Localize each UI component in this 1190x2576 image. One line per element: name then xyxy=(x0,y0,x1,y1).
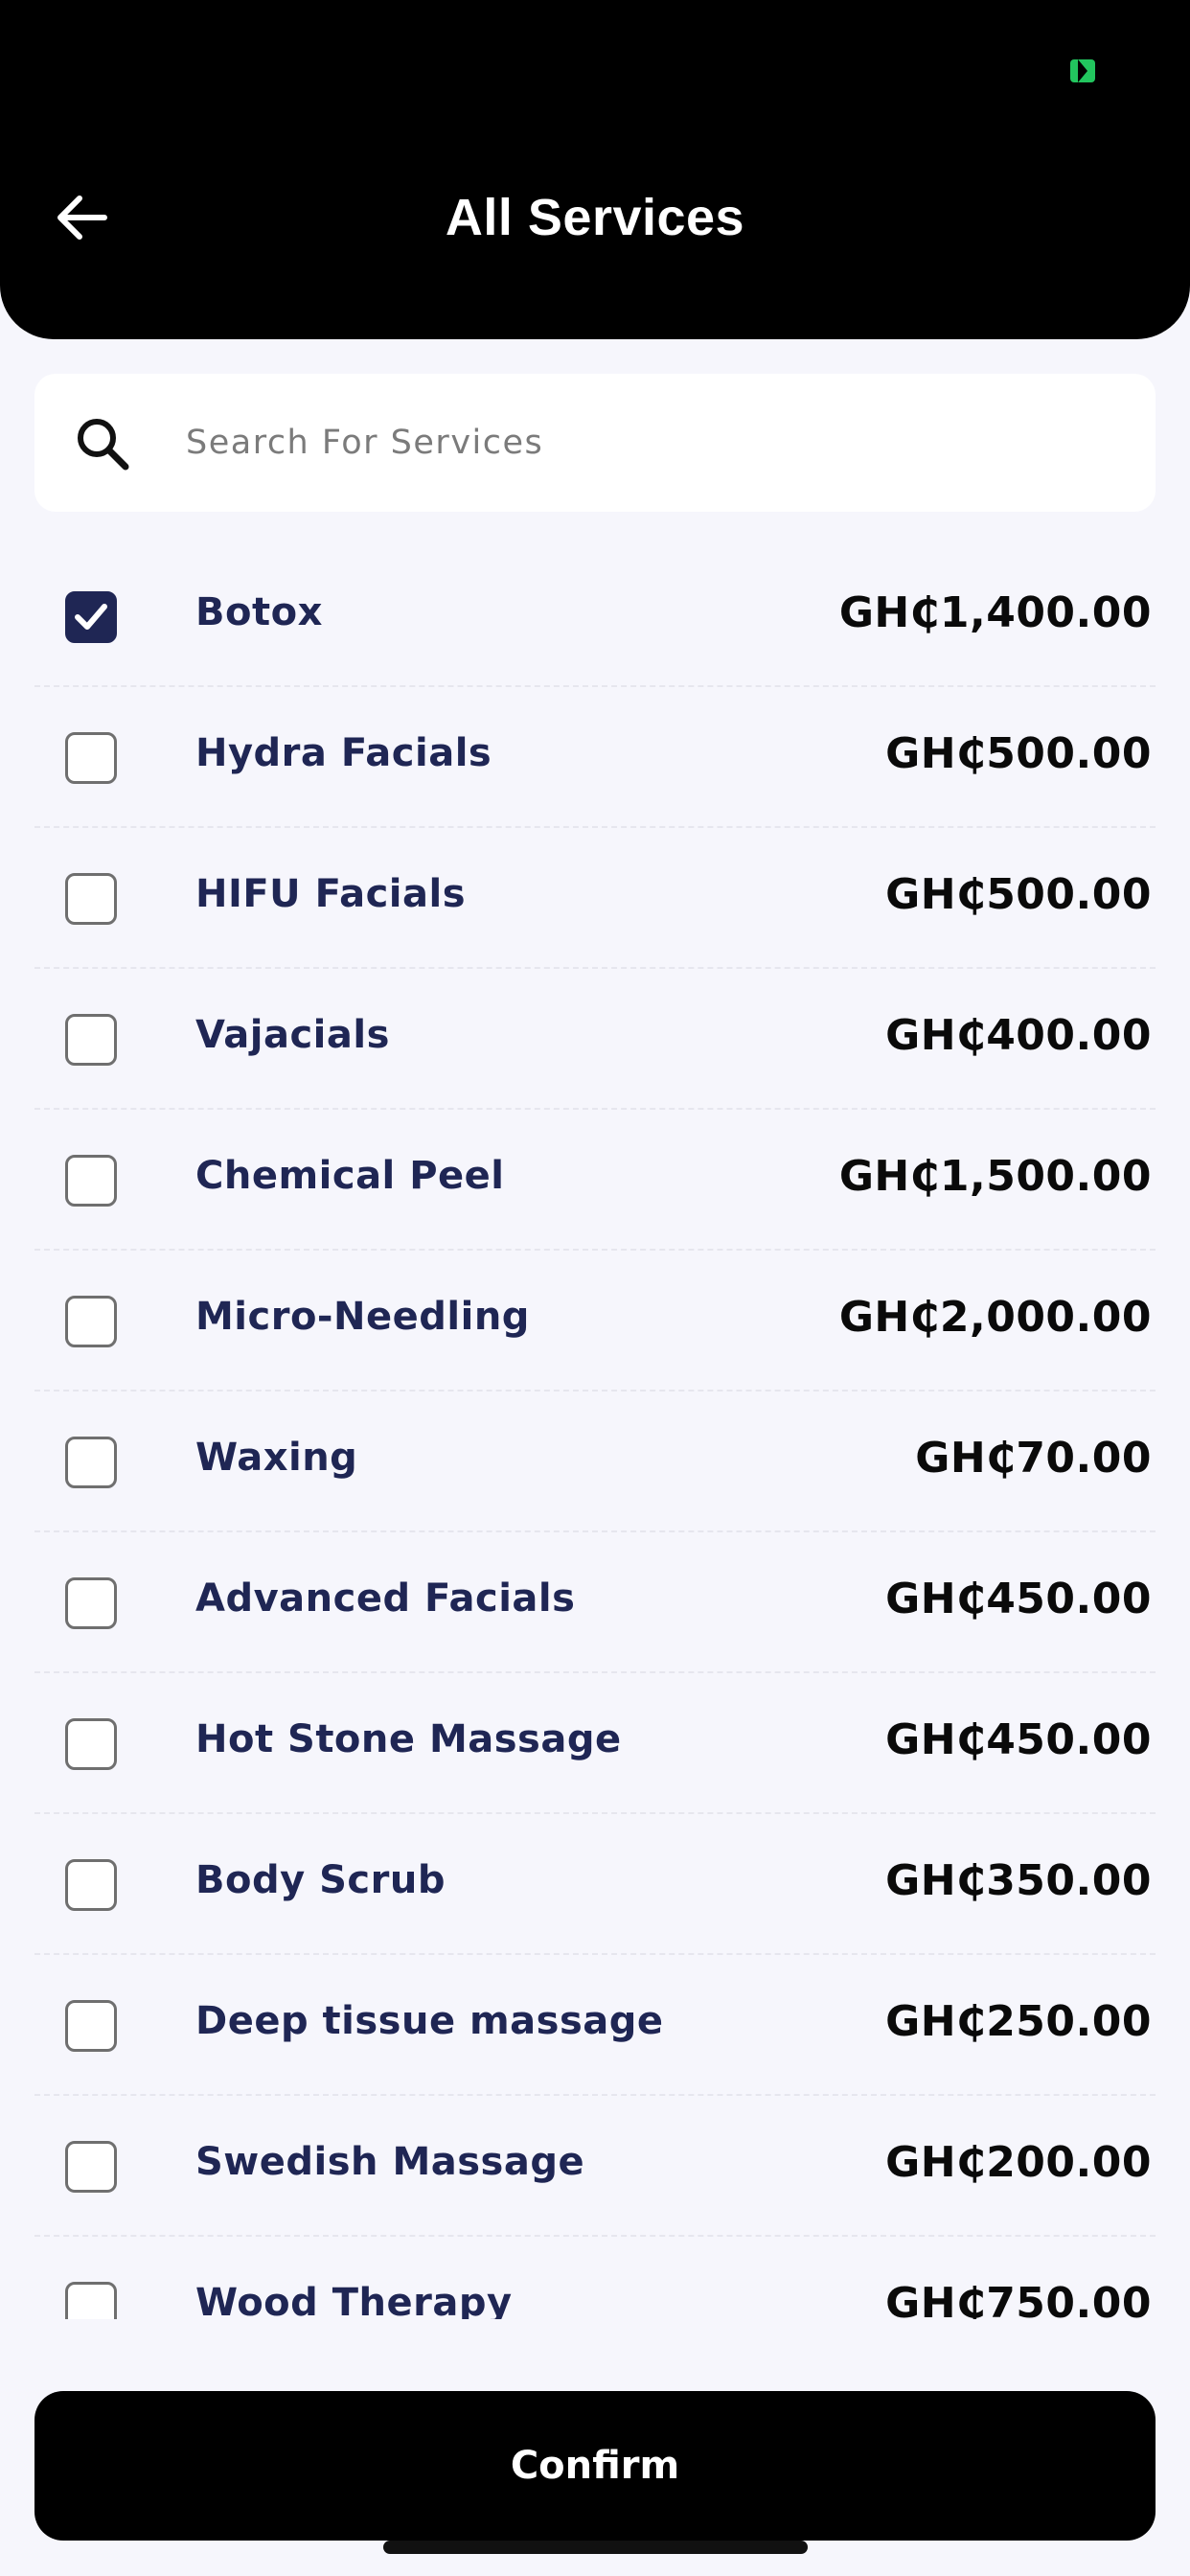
service-price: GH₵1,400.00 xyxy=(838,588,1152,637)
services-list: Botox GH₵1,400.00 Hydra Facials GH₵500.00 HI… xyxy=(34,546,1156,2319)
service-checkbox[interactable] xyxy=(65,591,117,643)
service-checkbox[interactable] xyxy=(65,1014,117,1066)
service-checkbox[interactable] xyxy=(65,1437,117,1488)
service-row[interactable]: Deep tissue massage GH₵250.00 xyxy=(34,1955,1156,2096)
service-price: GH₵450.00 xyxy=(885,1575,1152,1623)
service-row[interactable]: Hot Stone Massage GH₵450.00 xyxy=(34,1673,1156,1814)
service-name: Wood Therapy xyxy=(195,2281,513,2319)
service-name: Vajacials xyxy=(195,1013,390,1057)
service-row[interactable]: Advanced Facials GH₵450.00 xyxy=(34,1532,1156,1673)
service-name: Micro-Needling xyxy=(195,1295,530,1339)
service-name: HIFU Facials xyxy=(195,872,466,916)
service-name: Waxing xyxy=(195,1436,358,1480)
service-name: Deep tissue massage xyxy=(195,1999,664,2043)
search-input[interactable] xyxy=(186,408,1106,477)
service-price: GH₵500.00 xyxy=(885,870,1152,919)
service-checkbox[interactable] xyxy=(65,732,117,784)
status-indicator-icon xyxy=(1070,59,1095,82)
checkmark-icon xyxy=(75,604,107,630)
all-services-screen: All Services Botox GH₵1,400.00 Hydra Facia… xyxy=(0,0,1190,2576)
service-name: Hot Stone Massage xyxy=(195,1717,622,1761)
service-price: GH₵70.00 xyxy=(915,1434,1152,1483)
service-price: GH₵450.00 xyxy=(885,1715,1152,1764)
service-row[interactable]: Botox GH₵1,400.00 xyxy=(34,546,1156,687)
service-price: GH₵750.00 xyxy=(885,2279,1152,2319)
service-checkbox[interactable] xyxy=(65,1577,117,1629)
service-row[interactable]: Hydra Facials GH₵500.00 xyxy=(34,687,1156,828)
service-price: GH₵400.00 xyxy=(885,1011,1152,1060)
service-price: GH₵350.00 xyxy=(885,1856,1152,1905)
service-row[interactable]: Swedish Massage GH₵200.00 xyxy=(34,2096,1156,2237)
service-checkbox[interactable] xyxy=(65,1296,117,1347)
service-checkbox[interactable] xyxy=(65,1859,117,1911)
service-checkbox[interactable] xyxy=(65,1155,117,1207)
confirm-button[interactable]: Confirm xyxy=(34,2391,1156,2541)
service-row[interactable]: Waxing GH₵70.00 xyxy=(34,1392,1156,1532)
service-price: GH₵200.00 xyxy=(885,2138,1152,2187)
service-row[interactable]: HIFU Facials GH₵500.00 xyxy=(34,828,1156,969)
service-checkbox[interactable] xyxy=(65,2141,117,2193)
service-price: GH₵2,000.00 xyxy=(838,1293,1152,1342)
service-row[interactable]: Vajacials GH₵400.00 xyxy=(34,969,1156,1110)
service-row[interactable]: Body Scrub GH₵350.00 xyxy=(34,1814,1156,1955)
service-row[interactable]: Chemical Peel GH₵1,500.00 xyxy=(34,1110,1156,1251)
service-price: GH₵250.00 xyxy=(885,1997,1152,2046)
service-name: Body Scrub xyxy=(195,1858,446,1902)
service-row[interactable]: Micro-Needling GH₵2,000.00 xyxy=(34,1251,1156,1392)
service-price: GH₵1,500.00 xyxy=(838,1152,1152,1201)
service-price: GH₵500.00 xyxy=(885,729,1152,778)
search-bar[interactable] xyxy=(34,374,1156,512)
service-name: Botox xyxy=(195,590,323,634)
header-bar: All Services xyxy=(0,0,1190,339)
service-checkbox[interactable] xyxy=(65,1718,117,1770)
service-name: Chemical Peel xyxy=(195,1154,505,1198)
service-checkbox[interactable] xyxy=(65,873,117,925)
service-name: Hydra Facials xyxy=(195,731,492,775)
service-name: Advanced Facials xyxy=(195,1576,576,1621)
home-indicator xyxy=(383,2541,808,2554)
service-row[interactable]: Wood Therapy GH₵750.00 xyxy=(34,2237,1156,2319)
search-icon xyxy=(78,419,129,471)
page-title: All Services xyxy=(445,189,745,246)
service-checkbox[interactable] xyxy=(65,2282,117,2319)
service-name: Swedish Massage xyxy=(195,2140,585,2184)
service-checkbox[interactable] xyxy=(65,2000,117,2052)
